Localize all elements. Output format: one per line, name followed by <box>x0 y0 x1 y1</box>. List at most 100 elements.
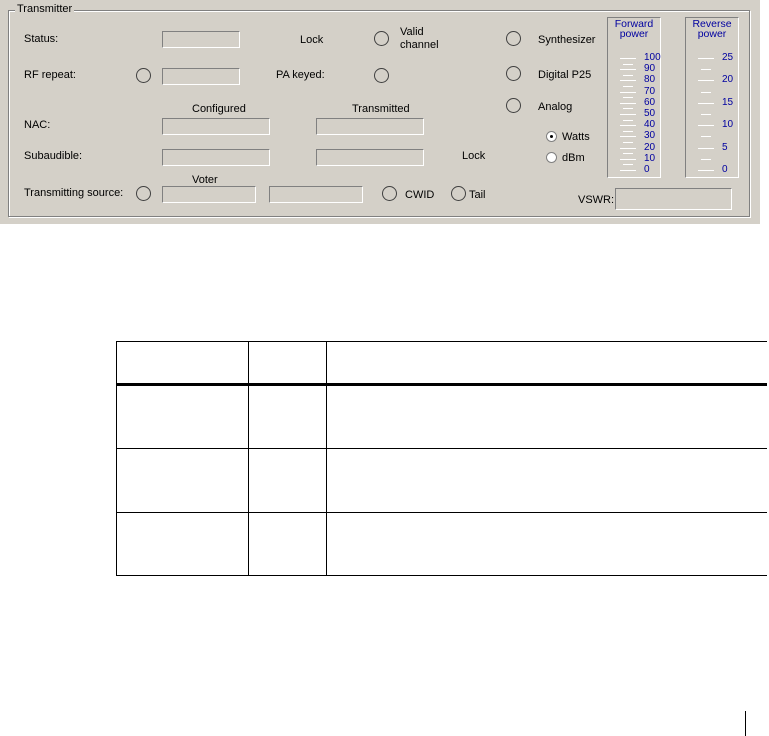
table-row-divider <box>116 512 767 513</box>
forward-power-tick-label: 100 <box>644 52 661 63</box>
reverse-power-tick <box>698 80 714 82</box>
dbm-label[interactable]: dBm <box>562 152 585 165</box>
reverse-power-tick-label: 15 <box>722 96 734 108</box>
reverse-power-tick-label: 25 <box>722 52 734 63</box>
forward-power-tick-label: 10 <box>644 152 656 164</box>
forward-power-tick <box>620 91 636 93</box>
nac-label: NAC: <box>24 119 51 131</box>
synthesizer-indicator <box>506 31 521 46</box>
dbm-radio[interactable] <box>546 152 557 163</box>
configured-header: Configured <box>192 103 246 115</box>
forward-power-tick-label: 60 <box>644 96 656 108</box>
forward-power-minor-tick <box>623 86 633 87</box>
forward-power-tick-label: 80 <box>644 74 656 86</box>
valid-channel-label-2: channel <box>400 39 439 51</box>
forward-power-tick <box>620 80 636 82</box>
transmitter-panel: Transmitter Status: Lock Valid channel S… <box>0 0 760 224</box>
reverse-power-tick <box>698 147 714 149</box>
digital-p25-label: Digital P25 <box>538 69 592 81</box>
watts-radio[interactable] <box>546 131 557 142</box>
forward-power-minor-tick <box>623 63 633 65</box>
reverse-power-tick <box>698 125 714 127</box>
transmitting-source-field <box>269 186 363 203</box>
forward-power-tick <box>620 170 636 171</box>
subaudible-label: Subaudible: <box>24 150 83 162</box>
forward-power-minor-tick <box>623 108 633 110</box>
forward-power-tick-label: 40 <box>644 119 656 131</box>
table-top-border <box>116 341 767 342</box>
cwid-indicator <box>382 186 397 201</box>
reverse-power-tick-label: 20 <box>722 74 734 86</box>
forward-power-tick-label: 30 <box>644 130 656 142</box>
reverse-power-minor-tick <box>701 136 711 138</box>
analog-indicator <box>506 98 521 113</box>
transmitting-source-indicator <box>136 186 151 201</box>
status-label: Status: <box>24 33 59 45</box>
watts-label[interactable]: Watts <box>562 131 590 144</box>
reverse-power-meter: Reverse power 25 20 15 10 5 0 <box>685 17 739 178</box>
reverse-power-title-2: power <box>697 28 727 40</box>
vswr-label: VSWR: <box>578 194 615 206</box>
forward-power-tick-label: 90 <box>644 63 656 75</box>
transmitter-group-title: Transmitter <box>15 3 75 15</box>
reverse-power-minor-tick <box>701 69 711 71</box>
empty-table <box>116 341 767 576</box>
cwid-label: CWID <box>405 189 435 201</box>
valid-channel-indicator <box>374 31 389 46</box>
tail-indicator <box>451 186 466 201</box>
forward-power-minor-tick <box>623 142 633 143</box>
forward-power-tick <box>620 58 636 59</box>
reverse-power-minor-tick <box>701 91 711 93</box>
forward-power-minor-tick <box>623 97 633 99</box>
forward-power-meter: Forward power 100 90 80 70 60 50 40 30 20 10 0 <box>607 17 661 178</box>
forward-power-tick-label: 70 <box>644 85 656 97</box>
analog-label: Analog <box>538 101 573 113</box>
forward-power-tick <box>620 136 636 138</box>
forward-power-minor-tick <box>623 164 633 166</box>
valid-channel-label-1: Valid <box>400 26 424 38</box>
forward-power-tick <box>620 147 636 149</box>
digital-p25-indicator <box>506 66 521 81</box>
subaudible-transmitted-field <box>316 149 424 166</box>
forward-power-minor-tick <box>623 74 633 76</box>
forward-power-minor-tick <box>623 119 633 121</box>
rf-repeat-label: RF repeat: <box>24 69 76 81</box>
rf-repeat-indicator <box>136 68 151 83</box>
reverse-power-tick-label: 10 <box>722 119 734 131</box>
nac-configured-field <box>162 118 270 135</box>
forward-power-tick <box>620 69 636 71</box>
reverse-power-tick-label: 5 <box>722 141 728 153</box>
reverse-power-tick <box>698 58 714 59</box>
table-row-divider <box>116 448 767 449</box>
subaudible-lock-label: Lock <box>462 150 486 162</box>
reverse-power-minor-tick <box>701 158 711 160</box>
forward-power-tick <box>620 102 636 104</box>
forward-power-tick <box>620 114 636 115</box>
tail-label: Tail <box>469 189 486 201</box>
footer-rule <box>745 711 746 736</box>
subaudible-configured-field <box>162 149 270 166</box>
table-column-divider <box>248 341 249 576</box>
forward-power-minor-tick <box>623 130 633 132</box>
forward-power-tick-label: 50 <box>644 108 656 119</box>
lock-label: Lock <box>300 34 324 46</box>
forward-power-tick <box>620 125 636 127</box>
reverse-power-tick <box>698 102 714 104</box>
transmitting-source-label: Transmitting source: <box>24 187 124 199</box>
rf-repeat-field <box>162 68 240 85</box>
forward-power-tick-label: 20 <box>644 141 656 153</box>
forward-power-minor-tick <box>623 153 633 155</box>
reverse-power-minor-tick <box>701 114 711 115</box>
forward-power-title-2: power <box>619 28 649 40</box>
table-left-border <box>116 341 117 576</box>
synthesizer-label: Synthesizer <box>538 34 596 46</box>
pa-keyed-indicator <box>374 68 389 83</box>
status-field <box>162 31 240 48</box>
vswr-field <box>615 188 732 210</box>
forward-power-tick <box>620 158 636 160</box>
pa-keyed-label: PA keyed: <box>276 69 325 81</box>
transmitted-header: Transmitted <box>352 103 410 115</box>
reverse-power-tick-label: 0 <box>722 164 728 175</box>
forward-power-tick-label: 0 <box>644 164 650 175</box>
table-bottom-border <box>116 575 767 576</box>
